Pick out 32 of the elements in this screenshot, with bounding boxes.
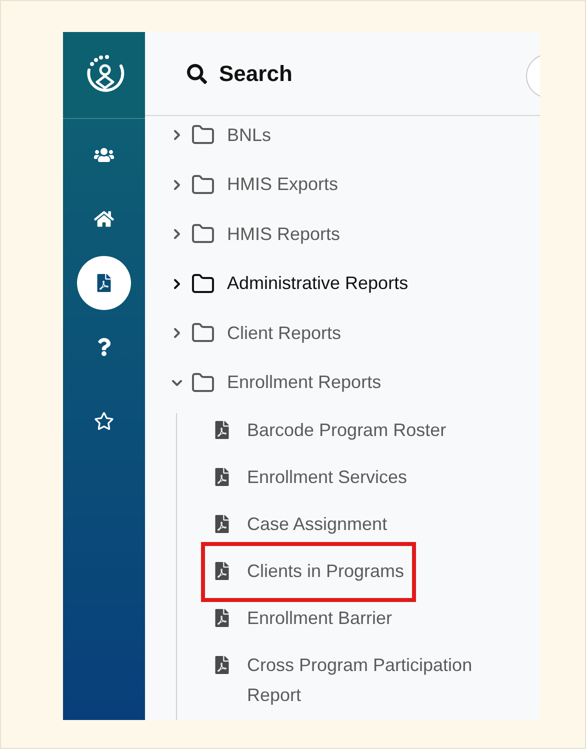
folder-row[interactable]: HMIS Exports (169, 166, 540, 204)
help-icon (95, 338, 113, 356)
panel-title: Search (219, 60, 292, 86)
document-icon (213, 609, 231, 627)
report-item[interactable]: Cross Program Participation Report (213, 648, 507, 710)
search-icon (187, 64, 207, 84)
document-icon (213, 656, 231, 674)
folder-icon (191, 272, 215, 296)
document-icon (213, 515, 231, 533)
folder-row[interactable]: HMIS Reports (169, 215, 540, 253)
folder-icon (191, 222, 215, 246)
report-item[interactable]: Clients in Programs (213, 554, 404, 590)
report-item[interactable]: Enrollment Services (213, 460, 408, 496)
document-icon (213, 562, 231, 580)
folder-row[interactable]: BNLs (169, 116, 540, 154)
document-icon (213, 468, 231, 486)
folder-icon (191, 172, 215, 196)
star-icon (94, 411, 114, 431)
folder-icon (191, 321, 215, 345)
folder-row[interactable]: Client Reports (169, 314, 540, 352)
report-item[interactable]: Barcode Program Roster (213, 413, 446, 449)
home-icon (94, 209, 114, 229)
folder-row[interactable]: Administrative Reports (169, 264, 540, 302)
folder-icon (191, 123, 215, 147)
document-icon (95, 274, 113, 292)
folder-row[interactable]: Enrollment Reports (169, 364, 540, 402)
folder-icon (191, 370, 215, 394)
report-item[interactable]: Enrollment Barrier (213, 601, 392, 637)
report-item[interactable]: Case Assignment (213, 507, 388, 543)
sidebar-nav-button[interactable] (77, 256, 131, 310)
users-icon (94, 145, 114, 165)
document-icon (213, 421, 231, 439)
